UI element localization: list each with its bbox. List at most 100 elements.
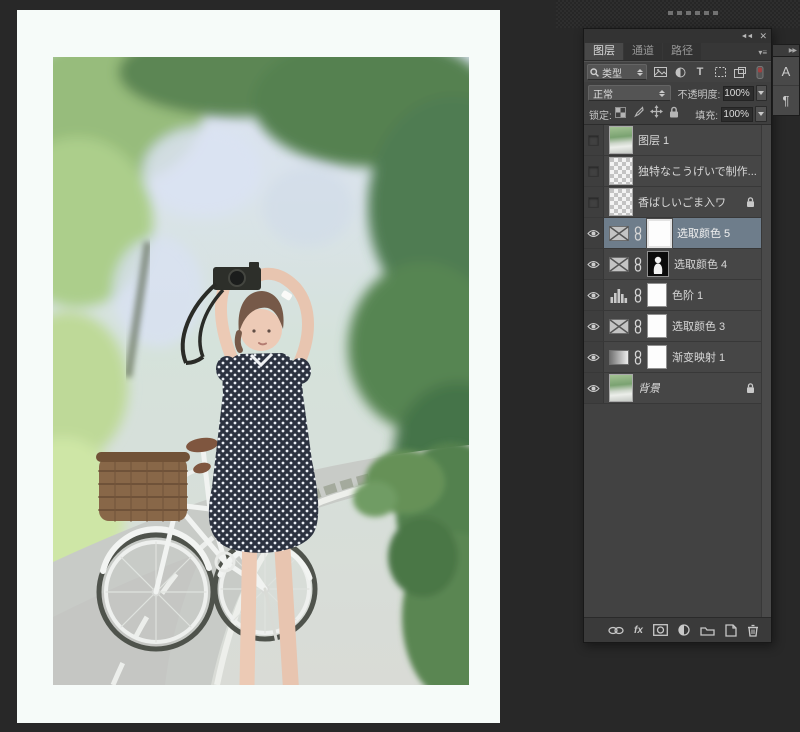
layer-thumbnail[interactable] — [609, 374, 633, 402]
layer-name: 选取颜色 4 — [674, 256, 727, 272]
lock-icon — [746, 383, 755, 394]
panel-titlebar: ◄◄ ✕ — [584, 29, 771, 43]
selective-color-icon — [609, 257, 629, 272]
tab-layers[interactable]: 图层 — [585, 43, 623, 60]
layer-name: 独特なこうげいで制作... — [638, 163, 757, 179]
filter-shape-layers-icon[interactable] — [712, 65, 728, 80]
layer-row-tuceng-1[interactable]: 图层 1 — [584, 125, 771, 156]
layer-name: 图层 1 — [638, 132, 669, 148]
visibility-toggle[interactable] — [584, 218, 604, 248]
paragraph-panel-button[interactable]: ¶ — [773, 86, 799, 115]
new-layer-icon[interactable] — [725, 624, 737, 637]
eye-icon — [587, 229, 600, 238]
layer-thumbnail[interactable] — [609, 188, 633, 216]
filter-type-layers-icon[interactable]: T — [692, 65, 708, 80]
visibility-empty-well — [588, 135, 599, 146]
layer-row-levels-1[interactable]: 色阶 1 — [584, 280, 771, 311]
gradient-map-icon — [609, 350, 629, 365]
layer-mask-thumbnail[interactable] — [647, 345, 667, 369]
dropdown-spinner-icon — [635, 69, 644, 76]
layer-mask-thumbnail[interactable] — [647, 314, 667, 338]
collapsed-panel-dock: ▶▶ A ¶ — [772, 44, 800, 116]
layer-name: 渐变映射 1 — [672, 349, 725, 365]
mask-link-icon[interactable] — [634, 226, 642, 241]
mask-link-icon[interactable] — [634, 288, 642, 303]
filter-kind-label: 类型 — [602, 65, 622, 80]
filter-toggle-icon[interactable] — [752, 65, 768, 80]
layer-mask-thumbnail[interactable] — [647, 283, 667, 307]
fill-dropdown-icon[interactable] — [755, 106, 767, 122]
filter-kind-dropdown[interactable]: 类型 — [587, 64, 647, 80]
layer-row-dokutoku[interactable]: 独特なこうげいで制作... — [584, 156, 771, 187]
lock-all-icon[interactable] — [669, 105, 679, 123]
photoshop-workspace: ◄◄ ✕ 图层 通道 路径 ▾≡ 类型 T — [0, 0, 800, 732]
visibility-toggle[interactable] — [584, 156, 604, 186]
search-icon — [590, 68, 599, 77]
layer-row-selective-color-3[interactable]: 选取颜色 3 — [584, 311, 771, 342]
lock-position-move-icon[interactable] — [650, 105, 663, 123]
mask-link-icon[interactable] — [634, 350, 642, 365]
eye-icon — [587, 291, 600, 300]
visibility-toggle[interactable] — [584, 125, 604, 155]
blend-mode-value: 正常 — [593, 86, 613, 101]
document-photo[interactable] — [53, 57, 469, 685]
scrollbar[interactable] — [761, 125, 771, 617]
mask-link-icon[interactable] — [634, 319, 642, 334]
canvas-matte — [17, 10, 500, 723]
lock-row: 锁定: 填充: 100% — [584, 104, 771, 125]
eye-icon — [587, 384, 600, 393]
dock-collapse-icon[interactable]: ▶▶ — [772, 44, 800, 57]
eye-icon — [587, 260, 600, 269]
layer-mask-thumbnail[interactable] — [647, 251, 669, 277]
tab-paths[interactable]: 路径 — [663, 43, 701, 60]
visibility-toggle[interactable] — [584, 280, 604, 310]
layer-row-kobashii[interactable]: 香ばしいごま入ワ — [584, 187, 771, 218]
link-layers-icon[interactable] — [608, 626, 624, 635]
character-panel-button[interactable]: A — [773, 57, 799, 86]
opacity-dropdown-icon[interactable] — [756, 85, 767, 101]
collapse-panel-icon[interactable]: ◄◄ — [741, 33, 753, 40]
visibility-toggle[interactable] — [584, 311, 604, 341]
layer-mask-thumbnail[interactable] — [647, 219, 672, 248]
layer-row-gradient-map-1[interactable]: 渐变映射 1 — [584, 342, 771, 373]
fill-value[interactable]: 100% — [721, 107, 753, 122]
tab-channels[interactable]: 通道 — [624, 43, 662, 60]
selective-color-icon — [609, 319, 629, 334]
selective-color-icon — [609, 226, 629, 241]
layer-style-fx-icon[interactable]: fx — [634, 625, 643, 636]
layer-name: 香ばしいごま入ワ — [638, 194, 726, 210]
filter-pixel-layers-icon[interactable] — [652, 65, 668, 80]
panel-tab-bar: 图层 通道 路径 ▾≡ — [584, 43, 771, 61]
opacity-value[interactable]: 100% — [723, 86, 754, 101]
new-adjustment-layer-icon[interactable] — [678, 624, 690, 636]
dropdown-spinner-icon — [657, 90, 666, 97]
filter-smart-objects-icon[interactable] — [732, 65, 748, 80]
visibility-toggle[interactable] — [584, 373, 604, 403]
layer-row-selective-color-4[interactable]: 选取颜色 4 — [584, 249, 771, 280]
panel-bottom-bar: fx — [584, 617, 771, 642]
close-panel-icon[interactable]: ✕ — [759, 31, 766, 42]
layer-name: 背景 — [638, 380, 660, 396]
new-group-folder-icon[interactable] — [700, 625, 715, 636]
blend-mode-dropdown[interactable]: 正常 — [588, 85, 671, 101]
filter-adjustment-layers-icon[interactable] — [672, 65, 688, 80]
layer-name: 选取颜色 3 — [672, 318, 725, 334]
panel-menu-icon[interactable]: ▾≡ — [758, 48, 767, 57]
layer-row-selective-color-5[interactable]: 选取颜色 5 — [584, 218, 771, 249]
add-layer-mask-icon[interactable] — [653, 624, 668, 636]
eye-icon — [587, 353, 600, 362]
layer-name: 选取颜色 5 — [677, 225, 730, 241]
blend-row: 正常 不透明度: 100% — [584, 82, 771, 104]
layer-thumbnail[interactable] — [609, 157, 633, 185]
mask-link-icon[interactable] — [634, 257, 642, 272]
visibility-toggle[interactable] — [584, 187, 604, 217]
layers-panel: ◄◄ ✕ 图层 通道 路径 ▾≡ 类型 T — [583, 28, 772, 643]
layer-thumbnail[interactable] — [609, 126, 633, 154]
lock-transparency-icon[interactable] — [615, 105, 626, 123]
visibility-toggle[interactable] — [584, 249, 604, 279]
visibility-toggle[interactable] — [584, 342, 604, 372]
lock-pixels-brush-icon[interactable] — [632, 105, 644, 123]
background-dashes — [668, 11, 722, 15]
layer-row-background[interactable]: 背景 — [584, 373, 771, 404]
delete-layer-trash-icon[interactable] — [747, 624, 759, 637]
